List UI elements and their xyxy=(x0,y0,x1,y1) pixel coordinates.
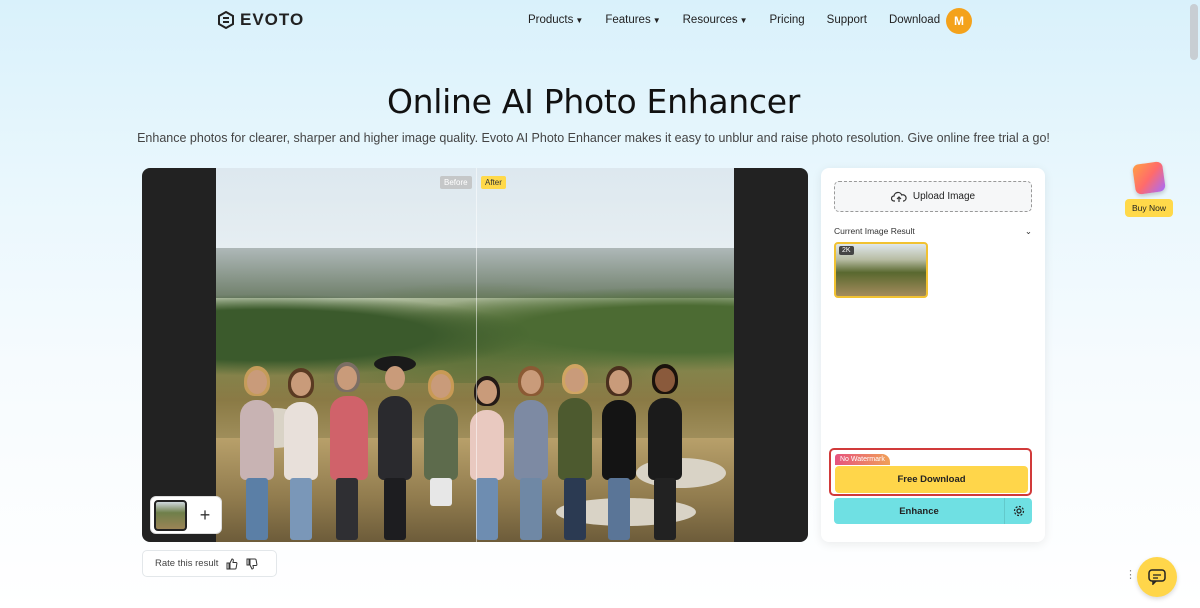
free-download-button[interactable]: Free Download xyxy=(835,466,1028,493)
gear-icon xyxy=(1013,505,1024,517)
person-figure xyxy=(374,356,416,540)
top-nav: EVOTO Products ▼ Features ▼ Resources ▼ Pri… xyxy=(0,0,1200,42)
cloud-upload-icon xyxy=(890,191,907,202)
brand-name: EVOTO xyxy=(240,10,305,29)
current-result-label: Current Image Result xyxy=(834,226,915,236)
user-avatar[interactable]: M xyxy=(946,8,972,34)
download-highlight-box: No Watermark Free Download xyxy=(829,448,1032,496)
buy-now-button[interactable]: Buy Now xyxy=(1124,199,1173,217)
chat-bubble-icon xyxy=(1148,569,1166,585)
person-figure xyxy=(648,364,682,540)
rate-result-bar: Rate this result xyxy=(142,550,277,577)
nav-label: Features xyxy=(605,14,651,26)
no-watermark-badge: No Watermark xyxy=(835,454,890,465)
brand-logo[interactable]: EVOTO xyxy=(218,10,304,30)
enhance-button[interactable]: Enhance xyxy=(834,498,1032,524)
nav-label: Download xyxy=(888,14,941,26)
add-image-button[interactable]: + xyxy=(193,503,217,527)
person-figure xyxy=(240,366,274,540)
person-figure xyxy=(330,362,368,540)
before-after-viewer[interactable]: Before After xyxy=(142,168,808,542)
person-figure xyxy=(284,368,318,540)
nav-item-support[interactable]: Support xyxy=(827,14,867,26)
chat-button[interactable] xyxy=(1137,557,1177,597)
group-photo xyxy=(216,168,734,542)
nav-item-products[interactable]: Products ▼ xyxy=(528,14,583,26)
nav-item-resources[interactable]: Resources ▼ xyxy=(683,14,748,26)
nav-label: Products xyxy=(528,14,574,26)
buy-now-promo[interactable]: Buy Now xyxy=(1123,157,1175,217)
caret-down-icon: ▼ xyxy=(575,15,584,25)
upload-image-button[interactable]: Upload Image xyxy=(834,181,1032,212)
nav-menu: Products ▼ Features ▼ Resources ▼ Pricing S… xyxy=(528,14,962,26)
chevron-down-icon[interactable]: ⌄ xyxy=(1025,226,1032,237)
person-figure xyxy=(558,364,592,540)
nav-label: Pricing xyxy=(769,14,805,26)
nav-label: Resources xyxy=(682,14,738,26)
image-thumbnail[interactable] xyxy=(154,499,187,531)
person-figure xyxy=(514,366,548,540)
thumbs-up-icon[interactable] xyxy=(226,557,238,570)
person-figure xyxy=(602,366,636,540)
page-subtitle: Enhance photos for clearer, sharper and … xyxy=(137,131,1050,145)
enhance-label: Enhance xyxy=(899,505,939,517)
nav-item-download[interactable]: Download xyxy=(889,14,940,26)
result-thumbnail[interactable]: 2K xyxy=(834,242,928,298)
nav-label: Support xyxy=(826,14,867,26)
photo-trees xyxy=(216,263,734,383)
resolution-badge: 2K xyxy=(839,246,854,255)
upload-label: Upload Image xyxy=(912,191,976,202)
control-panel: Upload Image Current Image Result ⌄ 2K N… xyxy=(821,168,1045,542)
current-result-header[interactable]: Current Image Result ⌄ xyxy=(834,226,1032,237)
evoto-logo-icon xyxy=(218,11,234,29)
plus-icon: + xyxy=(199,504,211,525)
page-title: Online AI Photo Enhancer xyxy=(387,82,800,121)
nav-item-features[interactable]: Features ▼ xyxy=(605,14,660,26)
settings-gear-icon[interactable] xyxy=(1004,498,1032,524)
caret-down-icon: ▼ xyxy=(739,15,748,25)
image-thumbnail-strip: + xyxy=(150,496,222,534)
thumbs-down-icon[interactable] xyxy=(246,558,258,570)
page-scrollbar[interactable] xyxy=(1190,4,1198,60)
person-figure xyxy=(424,370,458,506)
caret-down-icon: ▼ xyxy=(652,15,661,25)
gift-box-icon xyxy=(1132,161,1166,195)
rate-label: Rate this result xyxy=(155,558,219,569)
compare-divider[interactable] xyxy=(476,168,477,542)
after-tag: After xyxy=(481,176,506,189)
nav-item-pricing[interactable]: Pricing xyxy=(770,14,805,26)
before-tag: Before xyxy=(440,176,472,189)
